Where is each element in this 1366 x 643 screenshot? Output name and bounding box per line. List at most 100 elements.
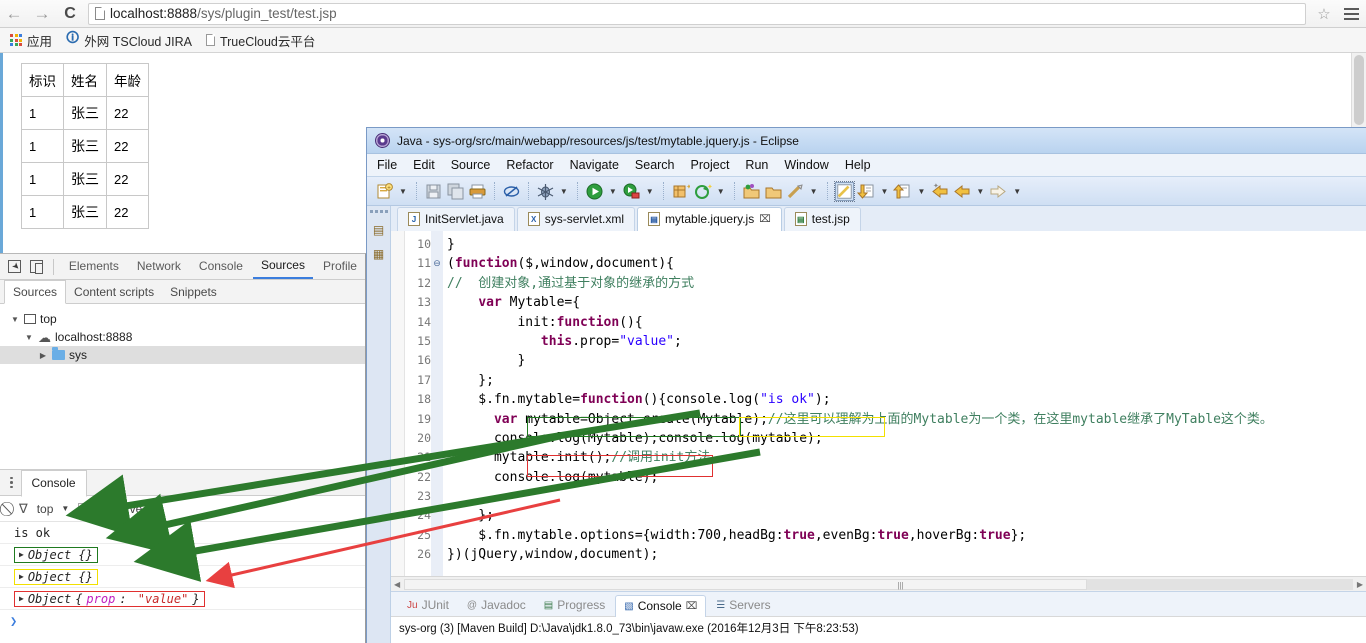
code-line[interactable]: console.log(Mytable);console.log(mytable… [447, 429, 1366, 448]
twisty-icon[interactable]: ▼ [24, 333, 34, 342]
console-message[interactable]: ▶ Object {} [0, 544, 365, 566]
code-line[interactable]: this.prop="value"; [447, 332, 1366, 351]
bottom-tab-javadoc[interactable]: @ Javadoc [459, 595, 534, 616]
code-editor[interactable]: 10 11 12 13 14 15 16 17 18 19 20 21 22 23 24 25 26 ⊖ } (f… [391, 231, 1366, 576]
console-object-row[interactable]: ▶ Object {} [14, 546, 98, 563]
tree-item-sys[interactable]: ▶ sys [0, 346, 365, 364]
code-line[interactable]: }; [447, 506, 1366, 525]
save-icon[interactable] [424, 182, 443, 201]
console-object-row[interactable]: ▶ Object {prop: "value"} [14, 590, 205, 607]
devtools-tab-elements[interactable]: Elements [61, 255, 127, 278]
menu-refactor[interactable]: Refactor [506, 158, 553, 172]
subtab-content-scripts[interactable]: Content scripts [66, 280, 162, 303]
expand-triangle-icon[interactable]: ▶ [19, 594, 24, 603]
execution-context-select[interactable]: top ▼ [37, 502, 70, 516]
console-message[interactable]: ▶ Object {} [0, 566, 365, 588]
print-icon[interactable] [468, 182, 487, 201]
inspect-element-icon[interactable] [4, 256, 24, 278]
editor-marker-bar[interactable] [391, 231, 405, 576]
console-prompt[interactable]: ❯ [0, 610, 365, 632]
menu-navigate[interactable]: Navigate [570, 158, 619, 172]
code-line[interactable]: init:function(){ [447, 313, 1366, 332]
code-line[interactable]: var mytable=Object.create(Mytable);//这里可… [447, 410, 1366, 429]
expand-triangle-icon[interactable]: ▶ [19, 550, 24, 559]
restore-perspective-icon[interactable]: ▤ [373, 223, 384, 237]
bookmark-star-icon[interactable]: ☆ [1312, 5, 1336, 23]
code-line[interactable]: // 创建对象,通过基于对象的继承的方式 [447, 274, 1366, 293]
back-icon[interactable]: ← [0, 1, 28, 27]
run-icon[interactable] [585, 182, 604, 201]
bottom-tab-servers[interactable]: ☰ Servers [708, 595, 778, 616]
package-explorer-icon[interactable]: ▦ [373, 247, 384, 261]
bottom-tab-junit[interactable]: Ju JUnit [399, 595, 457, 616]
drawer-tab-console[interactable]: Console [20, 469, 87, 497]
code-line[interactable]: } [447, 235, 1366, 254]
open-type-icon[interactable]: ✦ [693, 182, 713, 201]
devtools-tab-sources[interactable]: Sources [252, 254, 313, 279]
scrollbar-thumb[interactable] [1354, 55, 1364, 125]
menu-help[interactable]: Help [845, 158, 871, 172]
editor-tab-initservlet[interactable]: J InitServlet.java [397, 207, 515, 231]
devtools-tab-profiles[interactable]: Profile [315, 255, 365, 278]
bottom-tab-console[interactable]: ▧ Console ⌧ [615, 595, 707, 617]
code-line[interactable]: mytable.init();//调用init方法 [447, 448, 1366, 467]
menu-file[interactable]: File [377, 158, 397, 172]
chevron-down-icon[interactable]: ▼ [61, 504, 69, 513]
toggle-mark-occurrences-icon[interactable] [502, 182, 521, 201]
scroll-right-icon[interactable]: ▶ [1357, 580, 1363, 589]
code-line[interactable] [447, 487, 1366, 506]
code-line[interactable]: $.fn.mytable.options={width:700,headBg:t… [447, 526, 1366, 545]
chevron-down-icon[interactable]: ▼ [808, 187, 820, 196]
editor-horizontal-scrollbar[interactable]: ◀ ||| ▶ [391, 576, 1366, 591]
save-all-icon[interactable] [446, 182, 465, 201]
menu-icon[interactable] [1336, 7, 1366, 20]
bottom-tab-progress[interactable]: ▤ Progress [536, 595, 613, 616]
editor-tab-test-jsp[interactable]: ▤ test.jsp [783, 207, 861, 231]
code-line[interactable]: console.log(mytable); [447, 468, 1366, 487]
code-line[interactable]: (function($,window,document){ [447, 254, 1366, 273]
devtools-tab-console[interactable]: Console [191, 255, 251, 278]
forward-icon[interactable]: → [28, 1, 56, 27]
fold-marker[interactable]: ⊖ [431, 254, 443, 273]
more-options-icon[interactable] [8, 476, 21, 489]
previous-annotation-icon[interactable] [893, 182, 912, 201]
bookmark-apps[interactable]: 应用 [10, 31, 52, 50]
tree-item-origin[interactable]: ▼ ☁ localhost:8888 [0, 328, 365, 346]
menu-project[interactable]: Project [691, 158, 730, 172]
chevron-down-icon[interactable]: ▼ [715, 187, 727, 196]
debug-icon[interactable] [536, 182, 555, 201]
chevron-down-icon[interactable]: ▼ [1011, 187, 1023, 196]
mark-occurrences-active-icon[interactable] [833, 180, 855, 202]
filter-icon[interactable]: ∇ [19, 501, 28, 517]
preserve-log-toggle[interactable]: Preserve log [78, 502, 162, 516]
subtab-snippets[interactable]: Snippets [162, 280, 225, 303]
chevron-down-icon[interactable]: ▼ [915, 187, 927, 196]
device-toolbar-icon[interactable] [26, 256, 46, 278]
bookmark-truecloud[interactable]: TrueCloud云平台 [205, 31, 315, 50]
close-icon[interactable]: ⌧ [759, 214, 771, 225]
address-bar[interactable]: localhost:8888/sys/plugin_test/test.jsp [88, 2, 1306, 25]
tree-item-top[interactable]: ▼ top [0, 310, 365, 328]
new-java-project-icon[interactable]: ✦ [671, 182, 692, 201]
code-line[interactable]: }; [447, 371, 1366, 390]
open-folder-icon[interactable] [764, 182, 783, 201]
console-object-row[interactable]: ▶ Object {} [14, 568, 98, 585]
scroll-left-icon[interactable]: ◀ [394, 580, 400, 589]
chevron-down-icon[interactable]: ▼ [607, 187, 619, 196]
bookmark-jira[interactable]: 🛈 外网 TSCloud JIRA [66, 29, 192, 51]
editor-tab-mytable-jquery-js[interactable]: ▤ mytable.jquery.js ⌧ [637, 207, 782, 231]
chevron-down-icon[interactable]: ▼ [558, 187, 570, 196]
forward-icon[interactable] [989, 182, 1008, 201]
drag-handle[interactable] [369, 210, 388, 213]
menu-run[interactable]: Run [745, 158, 768, 172]
twisty-icon[interactable]: ▶ [38, 351, 48, 360]
preserve-log-checkbox[interactable] [78, 503, 90, 514]
expand-triangle-icon[interactable]: ▶ [19, 572, 24, 581]
editor-tab-sys-servlet-xml[interactable]: X sys-servlet.xml [516, 207, 636, 231]
scrollbar-track[interactable]: ||| [404, 578, 1353, 590]
code-line[interactable]: var Mytable={ [447, 293, 1366, 312]
code-text[interactable]: } (function($,window,document){// 创建对象,通过… [443, 231, 1366, 576]
reload-icon[interactable]: C [56, 1, 84, 27]
chevron-down-icon[interactable]: ▼ [644, 187, 656, 196]
new-icon[interactable]: + [375, 182, 394, 201]
